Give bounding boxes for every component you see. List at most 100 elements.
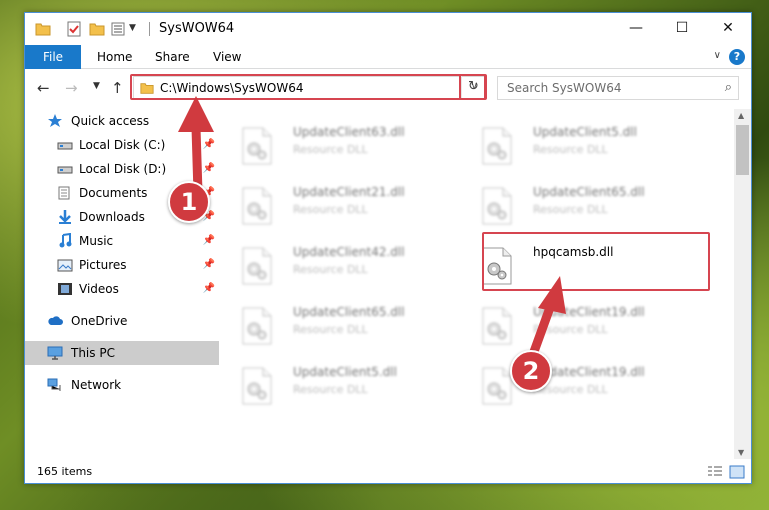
details-view-icon[interactable] <box>707 465 723 479</box>
file-item[interactable]: UpdateClient65.dll Resource DLL <box>461 175 691 229</box>
pin-icon[interactable]: 📌 <box>203 229 215 253</box>
music-icon <box>59 233 72 248</box>
file-item[interactable]: UpdateClient42.dll Resource DLL <box>221 235 451 289</box>
file-type: Resource DLL <box>293 143 368 156</box>
sidebar-item-label: Documents <box>79 186 148 200</box>
file-name: UpdateClient19.dll <box>533 305 645 319</box>
network-icon <box>47 378 61 391</box>
refresh-highlight-box <box>459 74 487 100</box>
documents-icon <box>58 186 70 200</box>
status-bar: 165 items <box>25 459 751 485</box>
forward-arrow-icon[interactable]: → <box>65 79 78 97</box>
file-name: UpdateClient65.dll <box>293 305 405 319</box>
pin-icon[interactable]: 📌 <box>203 253 215 277</box>
dll-file-icon <box>482 307 512 345</box>
ribbon-tabs: File Home Share View ∨ ? <box>25 45 751 69</box>
properties-check-icon[interactable] <box>67 21 81 37</box>
address-highlight-box <box>130 74 486 100</box>
star-icon <box>48 114 62 127</box>
file-type: Resource DLL <box>293 383 368 396</box>
file-item[interactable]: UpdateClient19.dll Resource DLL <box>461 295 691 349</box>
file-name: UpdateClient21.dll <box>293 185 405 199</box>
sidebar-item-label: Quick access <box>71 114 150 128</box>
title-bar: ▼ SysWOW64 — ☐ ✕ <box>25 13 751 45</box>
new-folder-icon[interactable] <box>89 21 105 37</box>
search-icon: ⌕ <box>724 80 732 95</box>
dll-file-icon <box>242 247 272 285</box>
sidebar-item-label: Local Disk (D:) <box>79 162 167 176</box>
file-item[interactable]: UpdateClient5.dll Resource DLL <box>221 355 451 409</box>
close-button[interactable]: ✕ <box>705 13 751 43</box>
tab-home[interactable]: Home <box>97 45 132 69</box>
sidebar-item-label: Videos <box>79 282 119 296</box>
tab-share[interactable]: Share <box>155 45 190 69</box>
file-name: UpdateClient65.dll <box>533 185 645 199</box>
tab-view[interactable]: View <box>213 45 241 69</box>
file-type: Resource DLL <box>533 143 608 156</box>
step-1-badge: 1 <box>168 181 210 223</box>
minimize-button[interactable]: — <box>613 13 659 43</box>
sidebar-item-label: Pictures <box>79 258 127 272</box>
dll-file-icon <box>482 367 512 405</box>
maximize-button[interactable]: ☐ <box>659 13 705 43</box>
search-placeholder: Search SysWOW64 <box>507 81 622 95</box>
sidebar-item-label: OneDrive <box>71 314 128 328</box>
sidebar-item-label: This PC <box>71 346 115 360</box>
sidebar-item-label: Music <box>79 234 114 248</box>
file-name: UpdateClient5.dll <box>293 365 397 379</box>
sidebar-item-label: Local Disk (C:) <box>79 138 166 152</box>
file-type: Resource DLL <box>293 263 368 276</box>
scroll-thumb[interactable] <box>736 125 749 175</box>
window-title: SysWOW64 <box>159 21 235 36</box>
file-item[interactable]: UpdateClient5.dll Resource DLL <box>461 115 691 169</box>
sidebar-item-local-disk-c[interactable]: Local Disk (C:) 📌 <box>25 133 219 157</box>
customize-toolbar-icon[interactable] <box>111 21 125 37</box>
pin-icon[interactable]: 📌 <box>203 157 215 181</box>
dll-file-icon <box>242 367 272 405</box>
file-item[interactable]: UpdateClient19.dll Resource DLL <box>461 355 691 409</box>
sidebar-item-this-pc[interactable]: This PC <box>25 341 219 365</box>
download-icon <box>59 210 71 224</box>
videos-icon <box>58 283 72 295</box>
file-name: UpdateClient42.dll <box>293 245 405 259</box>
scroll-up-icon[interactable]: ▲ <box>738 111 744 120</box>
navigation-pane: Quick access Local Disk (C:) 📌 Local Disk (… <box>25 109 219 459</box>
file-type: Resource DLL <box>533 203 608 216</box>
expand-ribbon-icon[interactable]: ∨ <box>714 50 721 61</box>
dll-file-icon <box>242 307 272 345</box>
computer-icon <box>47 346 63 360</box>
up-arrow-icon[interactable]: ↑ <box>111 79 124 97</box>
sidebar-item-quick-access[interactable]: Quick access <box>25 109 219 133</box>
sidebar-item-pictures[interactable]: Pictures 📌 <box>25 253 219 277</box>
sidebar-item-label: Downloads <box>79 210 145 224</box>
pin-icon[interactable]: 📌 <box>203 277 215 301</box>
sidebar-item-onedrive[interactable]: OneDrive <box>25 309 219 333</box>
file-name: UpdateClient5.dll <box>533 125 637 139</box>
file-item[interactable]: UpdateClient65.dll Resource DLL <box>221 295 451 349</box>
quick-access-dropdown-icon[interactable]: ▼ <box>129 23 139 39</box>
help-icon[interactable]: ? <box>729 49 745 65</box>
tab-file[interactable]: File <box>25 45 81 69</box>
file-highlight-box <box>482 232 710 291</box>
search-input[interactable]: Search SysWOW64 ⌕ <box>497 76 739 100</box>
file-item[interactable]: UpdateClient21.dll Resource DLL <box>221 175 451 229</box>
file-type: Resource DLL <box>533 323 608 336</box>
sidebar-item-music[interactable]: Music 📌 <box>25 229 219 253</box>
large-icons-view-icon[interactable] <box>729 465 745 479</box>
recent-locations-icon[interactable]: ▼ <box>93 81 100 91</box>
sidebar-item-network[interactable]: Network <box>25 373 219 397</box>
folder-icon[interactable] <box>35 21 51 37</box>
sidebar-item-local-disk-d[interactable]: Local Disk (D:) 📌 <box>25 157 219 181</box>
pin-icon[interactable]: 📌 <box>203 133 215 157</box>
vertical-scrollbar[interactable]: ▲ ▼ <box>734 109 751 459</box>
file-item[interactable]: UpdateClient63.dll Resource DLL <box>221 115 451 169</box>
dll-file-icon <box>242 187 272 225</box>
scroll-down-icon[interactable]: ▼ <box>738 448 744 457</box>
sidebar-item-videos[interactable]: Videos 📌 <box>25 277 219 301</box>
explorer-window: ▼ SysWOW64 — ☐ ✕ File Home Share View ∨ … <box>24 12 752 484</box>
pictures-icon <box>57 259 73 272</box>
dll-file-icon <box>242 127 272 165</box>
back-arrow-icon[interactable]: ← <box>37 79 50 97</box>
dll-file-icon <box>482 127 512 165</box>
sidebar-item-label: Network <box>71 378 122 392</box>
